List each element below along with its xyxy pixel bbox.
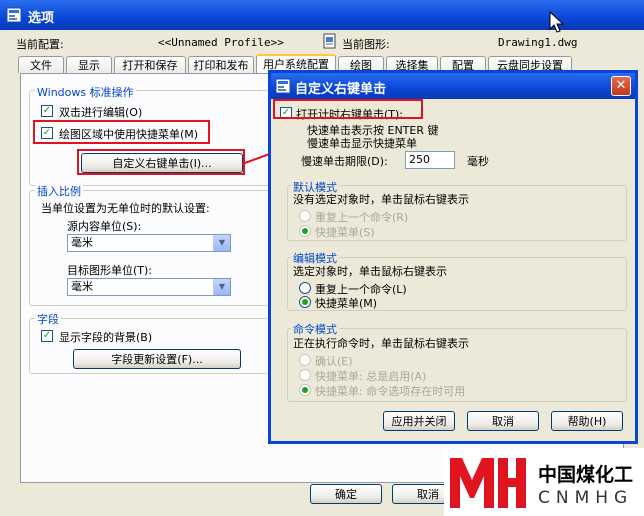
- target-units-value: 毫米: [71, 280, 93, 293]
- default-menu-label: 快捷菜单(S): [315, 226, 375, 239]
- brand-name-en: CNMHG: [538, 488, 634, 508]
- delay-unit: 毫秒: [467, 155, 489, 168]
- insert-scale-desc: 当单位设置为无单位时的默认设置:: [41, 202, 210, 215]
- drawing-icon: [323, 33, 336, 49]
- delay-input[interactable]: 250: [405, 151, 455, 169]
- field-background-checkbox[interactable]: ✓: [41, 330, 53, 342]
- source-units-select[interactable]: 毫米 ▼: [67, 234, 231, 252]
- mouse-cursor-icon: [549, 11, 565, 33]
- profile-label: 当前配置:: [16, 38, 64, 51]
- dialog-app-icon: [275, 78, 291, 94]
- command-mode-desc: 正在执行命令时，单击鼠标右键表示: [293, 337, 469, 350]
- close-icon[interactable]: ✕: [611, 76, 631, 96]
- help-button[interactable]: 帮助(H): [551, 411, 623, 431]
- command-menu-options-radio[interactable]: [299, 384, 311, 396]
- default-repeat-radio[interactable]: [299, 210, 311, 222]
- custom-right-click-dialog: 自定义右键单击 ✕ ✓ 打开计时右键单击(T): 快速单击表示按 ENTER 键…: [268, 70, 638, 444]
- tab-open-save[interactable]: 打开和保存: [114, 56, 186, 73]
- slow-click-text: 慢速单击显示快捷菜单: [307, 137, 417, 150]
- default-mode-desc: 没有选定对象时，单击鼠标右键表示: [293, 193, 469, 206]
- default-repeat-label: 重复上一个命令(R): [315, 211, 409, 224]
- command-enter-label: 确认(E): [315, 355, 353, 368]
- dialog-title: 自定义右键单击: [295, 82, 387, 97]
- dialog-cancel-button[interactable]: 取消: [467, 411, 539, 431]
- title-bar: 选项: [0, 0, 644, 30]
- command-menu-always-radio[interactable]: [299, 369, 311, 381]
- windows-ops-title: Windows 标准操作: [35, 84, 136, 100]
- window-title: 选项: [28, 11, 55, 26]
- command-menu-always-label: 快捷菜单: 总是启用(A): [315, 370, 427, 383]
- custom-button-highlight: [77, 149, 245, 175]
- target-units-label: 目标图形单位(T):: [67, 264, 153, 277]
- dialog-title-bar: 自定义右键单击 ✕: [271, 73, 635, 99]
- brand-name-cn: 中国煤化工: [538, 464, 634, 486]
- command-enter-radio[interactable]: [299, 354, 311, 366]
- tab-display[interactable]: 显示: [66, 56, 112, 73]
- field-update-button[interactable]: 字段更新设置(F)...: [73, 349, 241, 369]
- chevron-down-icon: ▼: [213, 235, 230, 251]
- delay-label: 慢速单击期限(D):: [301, 155, 388, 168]
- tab-files[interactable]: 文件: [18, 56, 64, 73]
- drawing-label: 当前图形:: [342, 38, 390, 51]
- brand-logo-icon: [450, 458, 526, 508]
- insert-scale-title: 插入比例: [35, 183, 83, 199]
- profile-value: <<Unnamed Profile>>: [158, 36, 284, 49]
- drawing-value: Drawing1.dwg: [498, 36, 578, 49]
- target-units-select[interactable]: 毫米 ▼: [67, 278, 231, 296]
- chevron-down-icon: ▼: [213, 279, 230, 295]
- fields-title: 字段: [35, 311, 61, 327]
- source-units-label: 源内容单位(S):: [67, 220, 142, 233]
- field-background-label: 显示字段的背景(B): [59, 331, 153, 344]
- command-menu-options-label: 快捷菜单: 命令选项存在时可用: [315, 385, 466, 398]
- apply-close-button[interactable]: 应用并关闭: [383, 411, 455, 431]
- default-menu-radio[interactable]: [299, 225, 311, 237]
- tab-plot-publish[interactable]: 打印和发布: [188, 56, 254, 73]
- edit-mode-desc: 选定对象时，单击鼠标右键表示: [293, 265, 447, 278]
- timed-right-click-highlight: [273, 99, 423, 119]
- edit-menu-label: 快捷菜单(M): [315, 297, 378, 310]
- shortcut-menu-highlight: [33, 120, 210, 144]
- double-click-checkbox[interactable]: ✓: [41, 105, 53, 117]
- source-units-value: 毫米: [71, 236, 93, 249]
- ok-button[interactable]: 确定: [310, 484, 382, 504]
- edit-menu-radio[interactable]: [299, 296, 311, 308]
- double-click-label: 双击进行编辑(O): [59, 106, 143, 119]
- app-icon: [6, 7, 22, 23]
- edit-repeat-radio[interactable]: [299, 282, 311, 294]
- watermark: 中国煤化工 CNMHG: [444, 448, 644, 516]
